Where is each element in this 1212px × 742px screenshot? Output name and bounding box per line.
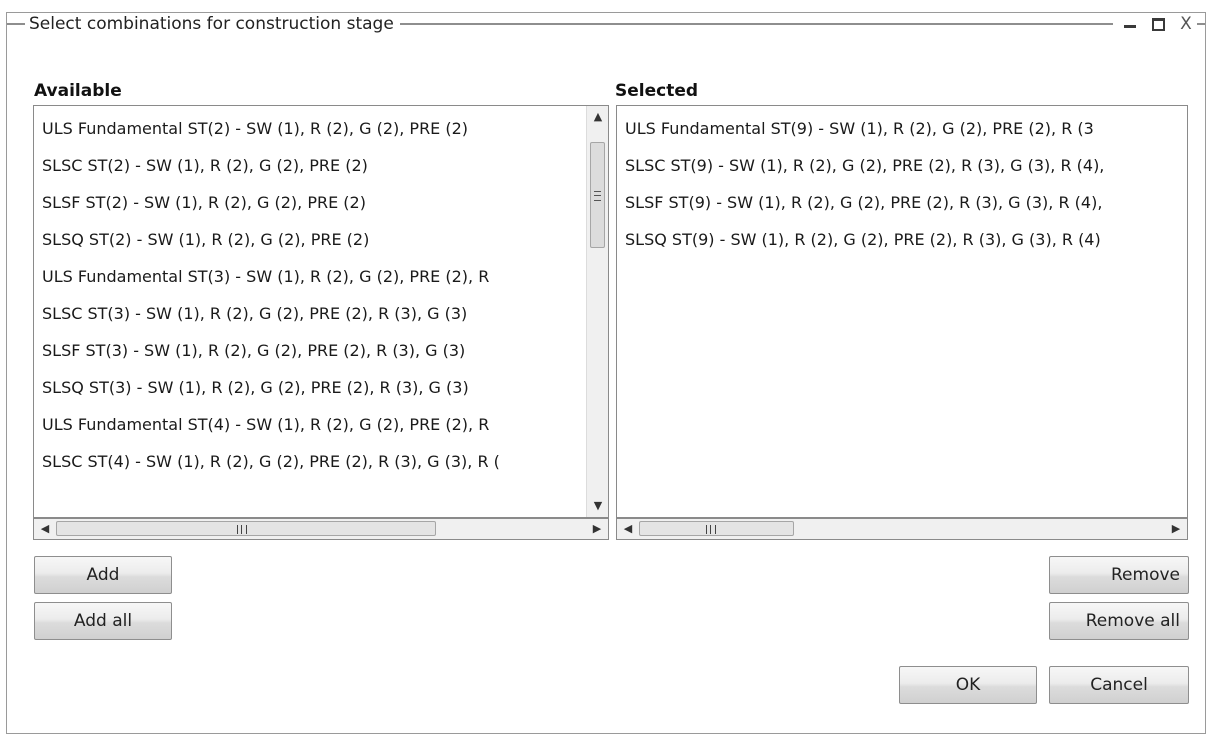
close-icon[interactable]: X [1175,13,1197,35]
list-item[interactable]: ULS Fundamental ST(9) - SW (1), R (2), G… [617,110,1104,147]
list-item[interactable]: SLSC ST(2) - SW (1), R (2), G (2), PRE (… [34,147,500,184]
ok-button[interactable]: OK [899,666,1037,704]
available-items: ULS Fundamental ST(2) - SW (1), R (2), G… [34,110,500,480]
selected-horizontal-scrollbar[interactable]: ◀ ▶ [616,518,1188,540]
selected-listbox[interactable]: ULS Fundamental ST(9) - SW (1), R (2), G… [616,105,1188,518]
scroll-left-arrow-icon[interactable]: ◀ [617,519,639,539]
available-vertical-scrollbar[interactable]: ▲ ▼ [586,106,608,517]
window-controls: X [1113,13,1197,35]
list-item[interactable]: SLSC ST(4) - SW (1), R (2), G (2), PRE (… [34,443,500,480]
scroll-right-arrow-icon[interactable]: ▶ [1165,519,1187,539]
vertical-scroll-thumb[interactable] [590,142,605,248]
list-item[interactable]: SLSF ST(9) - SW (1), R (2), G (2), PRE (… [617,184,1104,221]
grip-icon [237,525,247,534]
available-label: Available [34,81,122,101]
add-button[interactable]: Add [34,556,172,594]
list-item[interactable]: ULS Fundamental ST(3) - SW (1), R (2), G… [34,258,500,295]
list-item[interactable]: ULS Fundamental ST(4) - SW (1), R (2), G… [34,406,500,443]
selected-label: Selected [615,81,699,101]
list-item[interactable]: SLSQ ST(9) - SW (1), R (2), G (2), PRE (… [617,221,1104,258]
maximize-icon[interactable] [1147,13,1169,35]
dialog-window: Select combinations for construction sta… [6,12,1206,734]
horizontal-scroll-thumb[interactable] [56,521,436,536]
horizontal-scroll-thumb[interactable] [639,521,794,536]
remove-button[interactable]: Remove [1049,556,1189,594]
available-listbox[interactable]: ULS Fundamental ST(2) - SW (1), R (2), G… [33,105,609,518]
list-item[interactable]: ULS Fundamental ST(2) - SW (1), R (2), G… [34,110,500,147]
list-item[interactable]: SLSC ST(3) - SW (1), R (2), G (2), PRE (… [34,295,500,332]
remove-all-button[interactable]: Remove all [1049,602,1189,640]
list-item[interactable]: SLSQ ST(3) - SW (1), R (2), G (2), PRE (… [34,369,500,406]
list-item[interactable]: SLSQ ST(2) - SW (1), R (2), G (2), PRE (… [34,221,500,258]
selected-items: ULS Fundamental ST(9) - SW (1), R (2), G… [617,110,1104,258]
scroll-right-arrow-icon[interactable]: ▶ [586,519,608,539]
list-item[interactable]: SLSF ST(2) - SW (1), R (2), G (2), PRE (… [34,184,500,221]
scroll-up-arrow-icon[interactable]: ▲ [587,106,608,128]
list-item[interactable]: SLSF ST(3) - SW (1), R (2), G (2), PRE (… [34,332,500,369]
cancel-button[interactable]: Cancel [1049,666,1189,704]
available-horizontal-scrollbar[interactable]: ◀ ▶ [33,518,609,540]
add-all-button[interactable]: Add all [34,602,172,640]
scroll-left-arrow-icon[interactable]: ◀ [34,519,56,539]
grip-icon [706,525,716,534]
minimize-icon[interactable] [1119,13,1141,35]
list-item[interactable]: SLSC ST(9) - SW (1), R (2), G (2), PRE (… [617,147,1104,184]
scroll-down-arrow-icon[interactable]: ▼ [587,495,608,517]
dialog-title: Select combinations for construction sta… [25,13,400,35]
grip-icon [594,191,601,201]
